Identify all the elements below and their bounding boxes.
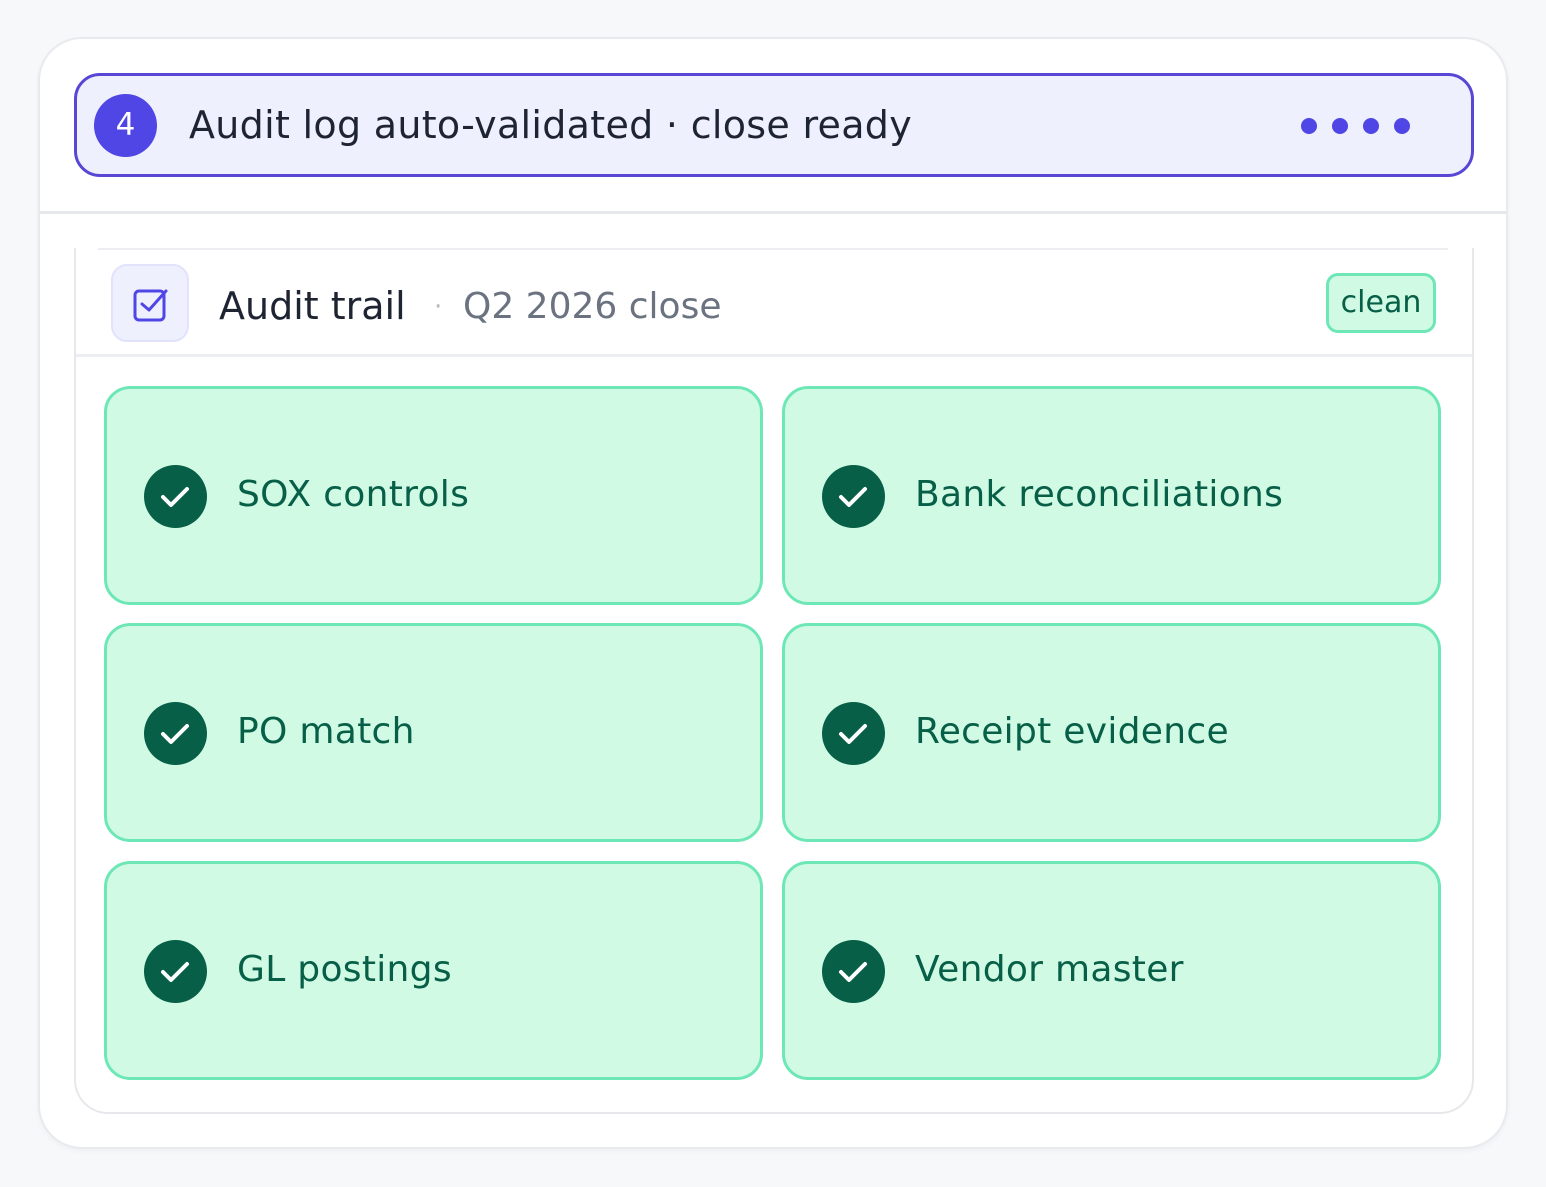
- audit-check-label: Vendor master: [915, 949, 1184, 990]
- progress-dots: [1301, 118, 1425, 134]
- audit-check-item: GL postings: [104, 861, 763, 1080]
- audit-check-label: Bank reconciliations: [915, 474, 1284, 515]
- progress-dot: [1332, 118, 1348, 134]
- title-separator: ·: [434, 292, 443, 322]
- section-divider: [40, 211, 1506, 214]
- audit-check-item: SOX controls: [104, 386, 763, 605]
- audit-check-label: Receipt evidence: [915, 711, 1229, 752]
- audit-check-item: Bank reconciliations: [782, 386, 1441, 605]
- progress-dot: [1394, 118, 1410, 134]
- progress-dot: [1363, 118, 1379, 134]
- check-circle-icon: [822, 465, 885, 528]
- audit-trail-period: Q2 2026 close: [463, 286, 722, 327]
- audit-check-label: PO match: [237, 711, 415, 752]
- audit-check-item: Receipt evidence: [782, 623, 1441, 842]
- check-circle-icon: [144, 702, 207, 765]
- audit-check-item: Vendor master: [782, 861, 1441, 1080]
- check-circle-icon: [822, 702, 885, 765]
- checkbox-icon: [111, 264, 189, 342]
- step-number-badge: 4: [94, 94, 157, 157]
- audit-trail-title: Audit trail: [219, 284, 406, 328]
- progress-dot: [1301, 118, 1317, 134]
- status-badge: clean: [1326, 273, 1436, 333]
- check-circle-icon: [822, 940, 885, 1003]
- check-circle-icon: [144, 940, 207, 1003]
- audit-check-label: SOX controls: [237, 474, 470, 515]
- step-status-bar: 4 Audit log auto-validated · close ready: [74, 73, 1474, 177]
- audit-check-item: PO match: [104, 623, 763, 842]
- step-status-text: Audit log auto-validated · close ready: [189, 103, 913, 147]
- panel-header-divider: [76, 354, 1472, 357]
- panel-top-border: [98, 248, 1448, 250]
- audit-check-label: GL postings: [237, 949, 452, 990]
- check-circle-icon: [144, 465, 207, 528]
